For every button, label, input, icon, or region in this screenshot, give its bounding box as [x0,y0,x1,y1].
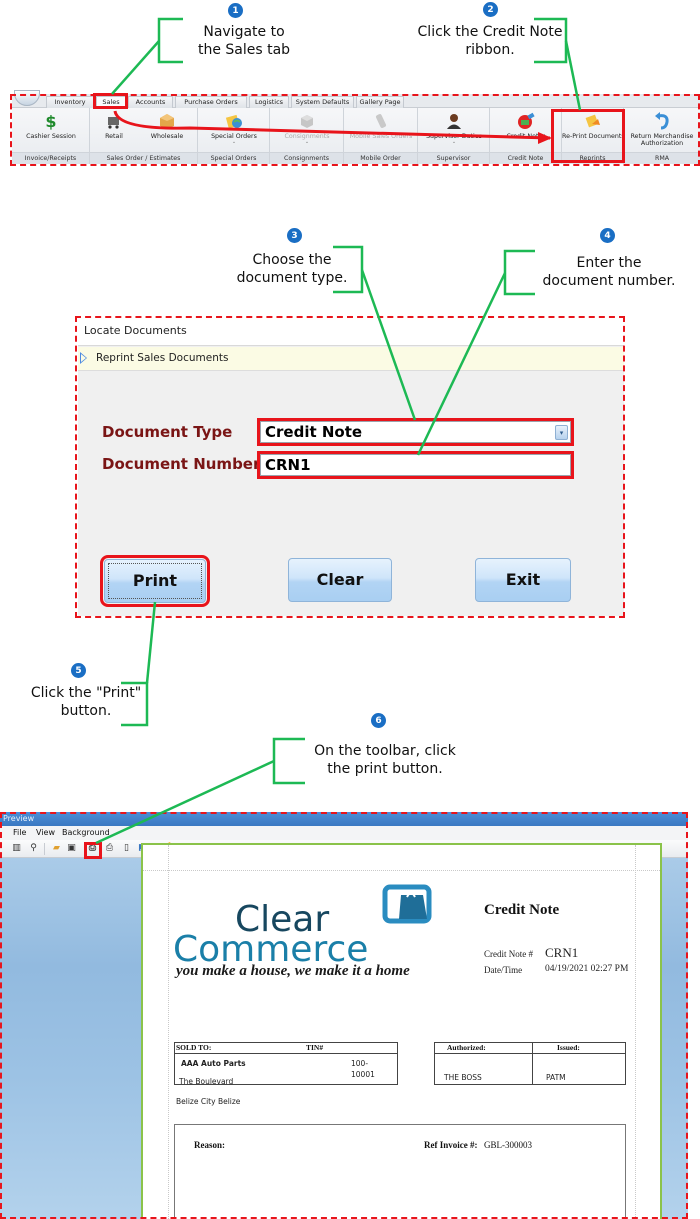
step-5-line1: Click the "Print" [30,685,142,701]
step-3-text: Choose the document type. [232,251,352,287]
step-4-bracket [503,249,535,296]
step-5-line2: button. [60,703,112,719]
step-badge-6: 6 [371,713,386,728]
step-2-line1: Click the Credit Note [417,24,563,40]
step-badge-2: 2 [483,2,498,17]
step-6-line1: On the toolbar, click [314,743,456,759]
step-6-text: On the toolbar, click the print button. [300,742,470,778]
sales-tab-highlight [93,93,128,109]
step-badge-5: 5 [71,663,86,678]
step-1-line1: Navigate to [203,24,285,40]
preview-highlight-frame [0,812,688,1219]
step-2-text: Click the Credit Note ribbon. [410,23,570,59]
step-4-line1: Enter the [576,255,642,271]
locate-documents-highlight-frame [75,316,625,618]
step-4-text: Enter the document number. [536,254,682,290]
step-1-connector [111,40,160,95]
step-badge-3: 3 [287,228,302,243]
step-6-line2: the print button. [327,761,443,777]
step-5-text: Click the "Print" button. [26,684,146,720]
step-3-line2: document type. [236,270,348,286]
reprints-highlight [551,109,625,163]
step-badge-4: 4 [600,228,615,243]
step-3-line1: Choose the [252,252,332,268]
step-1-line2: the Sales tab [197,42,291,58]
step-badge-1: 1 [228,3,243,18]
step-1-text: Navigate to the Sales tab [180,23,308,59]
step-2-line2: ribbon. [465,42,515,58]
step-4-line2: document number. [542,273,676,289]
